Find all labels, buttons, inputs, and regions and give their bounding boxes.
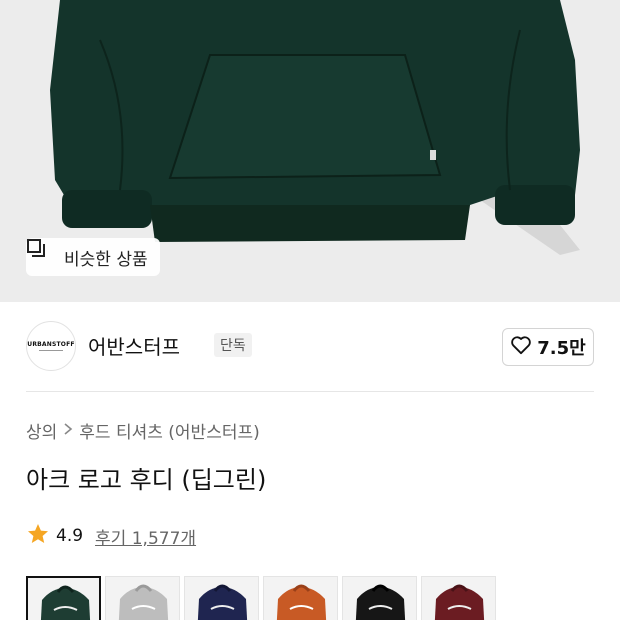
similar-products-label: 비슷한 상품 bbox=[64, 249, 148, 270]
divider bbox=[26, 391, 594, 392]
brand-logo-text: URBANSTOFF bbox=[27, 341, 75, 348]
rating-score: 4.9 bbox=[56, 526, 84, 546]
similar-products-button[interactable]: 비슷한 상품 bbox=[26, 238, 160, 276]
heart-icon bbox=[510, 335, 532, 360]
color-option-navy[interactable] bbox=[184, 576, 259, 620]
color-options bbox=[26, 576, 496, 620]
breadcrumb-subcategory[interactable]: 후드 티셔츠 (어반스터프) bbox=[79, 418, 259, 443]
color-option-orange[interactable] bbox=[263, 576, 338, 620]
exclusive-badge: 단독 bbox=[214, 333, 252, 357]
brand-row: URBANSTOFF 어반스터프 단독 7.5만 bbox=[26, 321, 594, 371]
rating: 4.9 후기 1,577개 bbox=[26, 522, 196, 550]
product-title: 아크 로고 후디 (딥그린) bbox=[26, 466, 267, 494]
breadcrumb: 상의 후드 티셔츠 (어반스터프) bbox=[26, 418, 260, 443]
like-count: 7.5만 bbox=[537, 338, 586, 359]
brand-logo-line bbox=[39, 350, 63, 351]
color-option-green[interactable] bbox=[26, 576, 101, 620]
breadcrumb-category[interactable]: 상의 bbox=[26, 418, 57, 443]
chevron-right-icon bbox=[63, 422, 73, 440]
brand-name[interactable]: 어반스터프 bbox=[88, 331, 180, 360]
reviews-link[interactable]: 후기 1,577개 bbox=[95, 524, 196, 549]
color-option-gray[interactable] bbox=[105, 576, 180, 620]
like-button[interactable]: 7.5만 bbox=[502, 328, 594, 366]
color-option-black[interactable] bbox=[342, 576, 417, 620]
brand-logo[interactable]: URBANSTOFF bbox=[26, 321, 76, 371]
star-icon bbox=[26, 522, 50, 550]
color-option-burgundy[interactable] bbox=[421, 576, 496, 620]
similar-products-icon bbox=[27, 239, 56, 267]
product-image[interactable]: 비슷한 상품 bbox=[0, 0, 620, 302]
